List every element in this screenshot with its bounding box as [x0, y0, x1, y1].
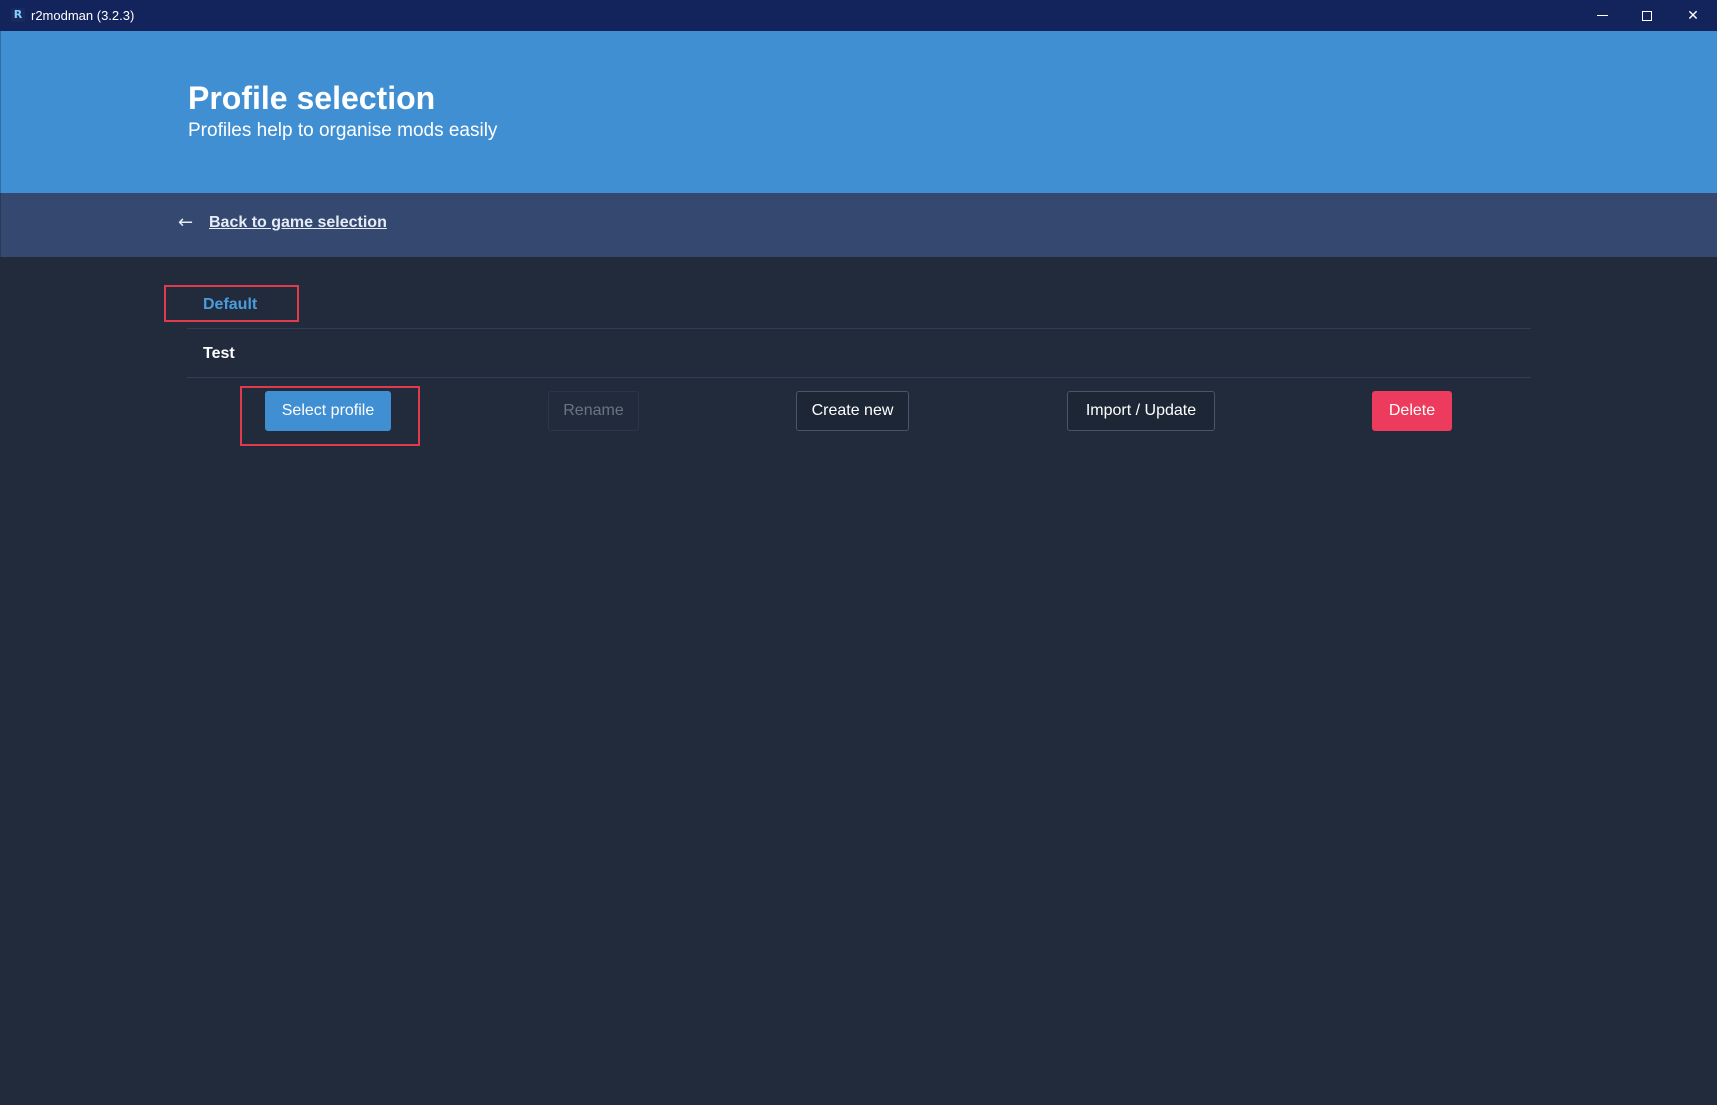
- app-logo-icon: R: [11, 8, 25, 22]
- close-button[interactable]: ✕: [1670, 0, 1716, 31]
- minimize-icon: [1596, 15, 1608, 16]
- back-link-label: Back to game selection: [209, 214, 387, 231]
- arrow-left-icon: ←: [178, 212, 194, 233]
- profile-item-test[interactable]: Test: [187, 329, 1531, 378]
- maximize-button[interactable]: [1624, 0, 1670, 31]
- navigation-bar: ← Back to game selection: [0, 193, 1717, 257]
- create-new-button[interactable]: Create new: [796, 391, 909, 431]
- page-subtitle: Profiles help to organise mods easily: [188, 120, 498, 141]
- page-title: Profile selection: [188, 80, 436, 116]
- window-title: r2modman (3.2.3): [31, 8, 135, 23]
- minimize-button[interactable]: [1579, 0, 1625, 31]
- rename-button[interactable]: Rename: [548, 391, 639, 431]
- import-update-button[interactable]: Import / Update: [1067, 391, 1215, 431]
- select-profile-button[interactable]: Select profile: [265, 391, 391, 431]
- delete-button[interactable]: Delete: [1372, 391, 1452, 431]
- window-titlebar: R r2modman (3.2.3) ✕: [0, 0, 1717, 31]
- page-header: Profile selection Profiles help to organ…: [0, 31, 1717, 193]
- maximize-icon: [1642, 10, 1652, 21]
- profile-item-default[interactable]: Default: [187, 280, 1531, 329]
- back-to-game-selection-link[interactable]: ← Back to game selection: [178, 213, 387, 233]
- close-icon: ✕: [1687, 7, 1699, 24]
